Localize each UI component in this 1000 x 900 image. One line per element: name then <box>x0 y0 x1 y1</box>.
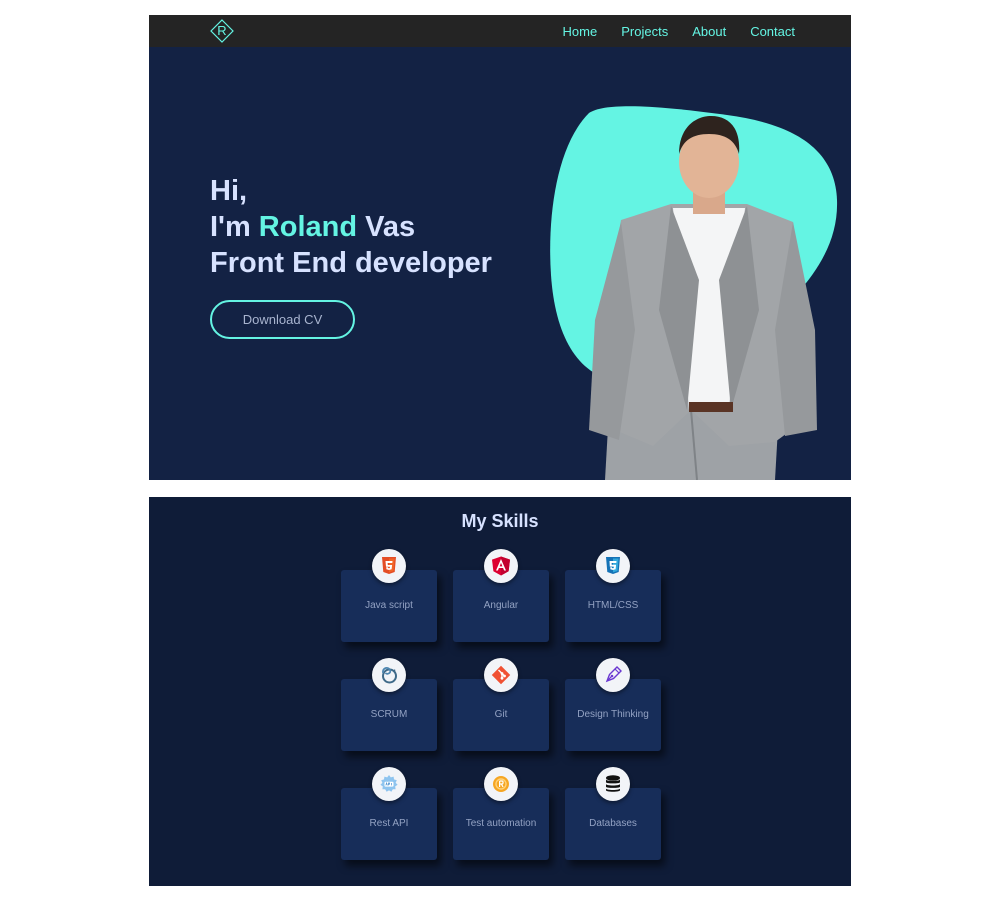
api-icon <box>380 775 398 792</box>
skill-label: Test automation <box>465 818 537 829</box>
hero-last-name: Vas <box>357 211 416 243</box>
hero-name-line: I'm Roland Vas <box>210 209 492 245</box>
skill-label: Java script <box>365 600 413 611</box>
automation-icon <box>493 776 509 792</box>
download-cv-button[interactable]: Download CV <box>210 300 355 339</box>
skill-badge <box>484 658 518 692</box>
skills-title: My Skills <box>461 511 539 531</box>
skill-badge <box>372 767 406 801</box>
nav-link-projects[interactable]: Projects <box>621 24 668 39</box>
skill-label: HTML/CSS <box>587 600 639 611</box>
skill-card[interactable]: Test automation <box>453 767 549 860</box>
nav-link-contact[interactable]: Contact <box>750 24 795 39</box>
angular-icon <box>492 556 510 576</box>
nav-links: Home Projects About Contact <box>563 15 795 47</box>
hero-role: Front End developer <box>210 247 492 279</box>
hero-section: R Home Projects About Contact Hi, I'm Ro… <box>149 15 851 480</box>
skill-badge <box>596 767 630 801</box>
navbar: R Home Projects About Contact <box>149 15 851 47</box>
nav-link-home[interactable]: Home <box>563 24 598 39</box>
nav-link-about[interactable]: About <box>692 24 726 39</box>
html5-icon <box>382 557 396 574</box>
skill-card[interactable]: Java script <box>341 549 437 642</box>
skill-card[interactable]: Design Thinking <box>565 658 661 751</box>
git-icon <box>491 665 511 685</box>
skill-card[interactable]: Git <box>453 658 549 751</box>
skill-badge <box>596 658 630 692</box>
skill-label: Rest API <box>369 818 409 829</box>
skill-badge <box>596 549 630 583</box>
skill-card[interactable]: Rest API <box>341 767 437 860</box>
skill-card[interactable]: Databases <box>565 767 661 860</box>
hero-first-name: Roland <box>258 211 358 243</box>
skill-label: Angular <box>483 600 519 611</box>
hero-im: I'm <box>210 211 259 243</box>
hero-headline: Hi, I'm Roland Vas Front End developer <box>210 173 492 281</box>
skill-card[interactable]: HTML/CSS <box>565 549 661 642</box>
skill-badge <box>372 549 406 583</box>
skill-label: SCRUM <box>370 709 408 720</box>
skill-badge <box>372 658 406 692</box>
portrait-image <box>589 116 817 480</box>
skill-badge <box>484 767 518 801</box>
logo[interactable]: R <box>210 19 234 43</box>
skill-card[interactable]: Angular <box>453 549 549 642</box>
skill-card[interactable]: SCRUM <box>341 658 437 751</box>
skill-label: Design Thinking <box>577 709 649 720</box>
scrum-icon <box>382 666 397 684</box>
logo-letter: R <box>217 23 227 38</box>
skill-badge <box>484 549 518 583</box>
pen-nib-icon <box>605 666 622 683</box>
hero-greeting: Hi, <box>210 175 248 207</box>
css3-icon <box>606 557 620 574</box>
skill-label: Databases <box>589 818 637 829</box>
database-icon <box>606 775 620 792</box>
skills-section: My Skills Java script Angular HTML/CSS S… <box>149 497 851 886</box>
skill-label: Git <box>494 709 508 720</box>
